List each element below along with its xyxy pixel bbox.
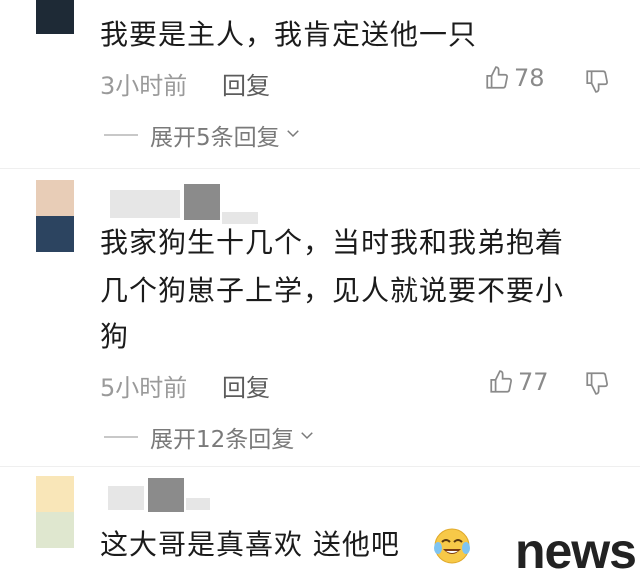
avatar[interactable] [36,476,74,548]
thumbs-up-icon [484,65,510,91]
like-button[interactable]: 78 [484,64,545,92]
like-count: 77 [518,368,549,396]
reply-button[interactable]: 回复 [222,368,270,403]
chevron-down-icon [298,424,316,450]
comment-divider [0,466,640,467]
thumbs-down-icon [584,68,610,94]
username-blurred [110,190,180,218]
expand-replies-label: 展开12条回复 [150,427,295,453]
comment-time: 5小时前 [100,374,188,402]
avatar[interactable] [36,180,74,252]
reply-button[interactable]: 回复 [222,66,270,101]
username-blurred [108,486,144,510]
like-button[interactable]: 77 [488,368,549,396]
divider-dash [104,436,138,438]
tears-of-joy-emoji-icon [432,526,472,570]
chevron-down-icon [284,122,302,148]
like-count: 78 [514,64,545,92]
comment-divider [0,168,640,169]
dislike-button[interactable] [584,68,610,94]
avatar[interactable] [36,0,74,34]
comment-text: 狗 [100,320,130,353]
dislike-button[interactable] [584,370,610,396]
watermark-logo: news [514,523,637,579]
comment-text: 我家狗生十几个，当时我和我弟抱着 [100,226,565,259]
comment-text: 这大哥是真喜欢 送他吧 [100,528,400,561]
thumbs-down-icon [584,370,610,396]
username-blurred [148,478,184,512]
comment-text: 我要是主人，我肯定送他一只 [100,18,478,51]
divider-dash [104,134,138,136]
comment-time: 3小时前 [100,72,188,100]
thumbs-up-icon [488,369,514,395]
username-blurred [186,498,210,510]
expand-replies[interactable]: 展开5条回复 [104,118,302,152]
username-blurred [184,184,220,220]
expand-replies[interactable]: 展开12条回复 [104,420,316,454]
comment-text: 几个狗崽子上学，见人就说要不要小 [100,274,565,307]
expand-replies-label: 展开5条回复 [150,125,280,151]
